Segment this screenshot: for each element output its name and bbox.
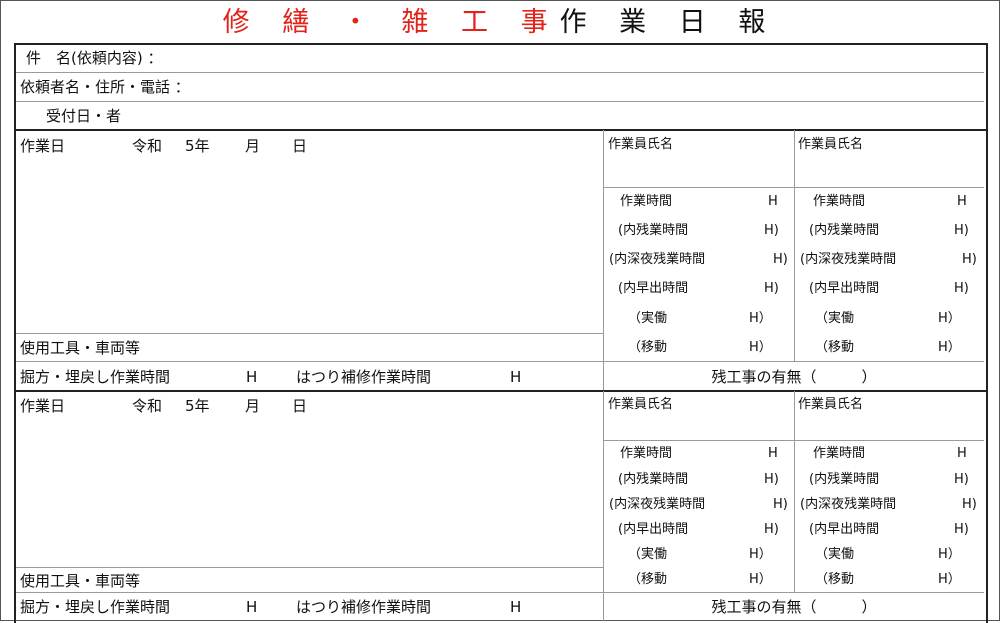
section-2-worker-1-early: (内早出時間: [618, 522, 689, 537]
section-1-worker-2-hours: 作業時間: [813, 194, 866, 209]
section-1-tools-line: [16, 333, 603, 334]
section-2-worker-2-overtime-unit: H): [954, 472, 969, 487]
section-1-remaining-label: 残工事の有無（ ）: [711, 368, 877, 386]
section-1-tools-label: 使用工具・車両等: [20, 339, 141, 357]
section-1-worker-1-actual-unit: H）: [749, 311, 772, 326]
section-2-worker-1-actual-unit: H）: [749, 547, 772, 562]
section-1-worker-1-early: (内早出時間: [618, 281, 689, 296]
section-2-worker-2-hours: 作業時間: [813, 446, 866, 461]
section-2-worker-2-overtime: (内残業時間: [809, 472, 880, 487]
section-1-worker-1-overtime: (内残業時間: [618, 223, 689, 238]
section-2-dig-unit: H: [246, 598, 258, 616]
section-1-worker-1-hours-unit: H: [768, 194, 778, 209]
section-1-era: 令和: [132, 137, 163, 155]
section-2-month: 月: [245, 397, 261, 415]
section-1-year: 5年: [185, 137, 210, 155]
section-2-worker-1-name-label: 作業員氏名: [608, 397, 674, 412]
section-1-worker-1-travel: （移動: [628, 340, 668, 355]
section-1-worker-2-travel-unit: H）: [938, 340, 961, 355]
section-2-worker-2-name-label: 作業員氏名: [798, 397, 864, 412]
section-1-worker-1-night: (内深夜残業時間: [609, 252, 706, 267]
section-2-worker-1-hours: 作業時間: [620, 446, 673, 461]
section-1-worker-1-overtime-unit: H): [764, 223, 779, 238]
section-2-year: 5年: [185, 397, 210, 415]
section-1-worker-1-night-unit: H): [773, 252, 788, 267]
section-1-worker-2-overtime: (内残業時間: [809, 223, 880, 238]
section-2-worker-1-actual: （実働: [628, 547, 668, 562]
section-2-worker-1-travel: （移動: [628, 572, 668, 587]
section-2-worker-1-early-unit: H): [764, 522, 779, 537]
section-2-tools-line: [16, 567, 603, 568]
section-1-worker-2-name-label: 作業員氏名: [798, 137, 864, 152]
section-2-remaining-label: 残工事の有無（ ）: [711, 598, 877, 616]
section-2-work-date-label: 作業日: [20, 397, 66, 415]
section-2-chip-label: はつり補修作業時間: [296, 598, 432, 616]
section-2-bottom-line: [16, 592, 984, 593]
section-2-tools-label: 使用工具・車両等: [20, 572, 141, 590]
section-1-dig-label: 掘方・埋戻し作業時間: [20, 368, 171, 386]
section-2-worker-1-overtime: (内残業時間: [618, 472, 689, 487]
section-2-worker-2-actual: （実働: [815, 547, 855, 562]
section-2-worker-1-overtime-unit: H): [764, 472, 779, 487]
received-label: 受付日・者: [46, 107, 122, 125]
report-title: 修 繕 ・ 雑 工 事作 業 日 報: [0, 3, 1000, 43]
title-red: 修 繕 ・ 雑 工 事: [222, 7, 560, 38]
section-1-worker-2-overtime-unit: H): [954, 223, 969, 238]
title-black: 作 業 日 報: [559, 7, 778, 38]
section-2-worker-2-night: (内深夜残業時間: [800, 497, 897, 512]
section-1-worker-2-travel: （移動: [815, 340, 855, 355]
section-1-worker-1-early-unit: H): [764, 281, 779, 296]
section-1-worker-2-early-unit: H): [954, 281, 969, 296]
section-2-worker-1-night: (内深夜残業時間: [609, 497, 706, 512]
section-1-dig-unit: H: [246, 368, 258, 386]
section-1-split: [603, 130, 604, 391]
section-1-worker-1-hours: 作業時間: [620, 194, 673, 209]
header-divider-1: [16, 72, 984, 73]
section-1-worker-2-night-unit: H): [962, 252, 977, 267]
header-divider-2: [16, 101, 984, 102]
section-1-worker-2-early: (内早出時間: [809, 281, 880, 296]
section-2-worker-2-hours-unit: H: [957, 446, 967, 461]
section-1-bottom-line: [16, 361, 984, 362]
section-2-era: 令和: [132, 397, 163, 415]
section-1-day: 日: [292, 137, 308, 155]
section-2-day: 日: [292, 397, 308, 415]
section-1-chip-unit: H: [510, 368, 522, 386]
section-2-worker-2-travel: （移動: [815, 572, 855, 587]
section-2-worker-1-travel-unit: H）: [749, 572, 772, 587]
section-2-worker-split: [794, 391, 795, 592]
section-1-worker-split: [794, 130, 795, 361]
section-1-top: [14, 129, 986, 131]
section-2-worker-2-night-unit: H): [962, 497, 977, 512]
section-2-worker-2-actual-unit: H）: [938, 547, 961, 562]
section-2-top: [14, 390, 986, 392]
section-1-worker-2-hours-unit: H: [957, 194, 967, 209]
section-2-worker-1-night-unit: H): [773, 497, 788, 512]
section-2-worker-2-travel-unit: H）: [938, 572, 961, 587]
section-1-worker-1-travel-unit: H）: [749, 340, 772, 355]
section-2-worker-1-hours-unit: H: [768, 446, 778, 461]
section-1-worker-2-actual-unit: H）: [938, 311, 961, 326]
subject-label: 件 名(依頼内容) ：: [26, 49, 163, 67]
section-2-split: [603, 391, 604, 621]
section-2-chip-unit: H: [510, 598, 522, 616]
section-2-name-line: [604, 440, 984, 441]
section-1-work-date-label: 作業日: [20, 137, 66, 155]
section-1-worker-2-night: (内深夜残業時間: [800, 252, 897, 267]
section-2-worker-2-early-unit: H): [954, 522, 969, 537]
section-1-name-line: [604, 187, 984, 188]
section-1-worker-1-actual: （実働: [628, 311, 668, 326]
section-1-month: 月: [245, 137, 261, 155]
section-1-chip-label: はつり補修作業時間: [296, 368, 432, 386]
section-1-worker-2-actual: （実働: [815, 311, 855, 326]
section-1-worker-1-name-label: 作業員氏名: [608, 137, 674, 152]
requester-label: 依頼者名・住所・電話 ：: [20, 78, 190, 96]
section-2-worker-2-early: (内早出時間: [809, 522, 880, 537]
section-2-dig-label: 掘方・埋戻し作業時間: [20, 598, 171, 616]
